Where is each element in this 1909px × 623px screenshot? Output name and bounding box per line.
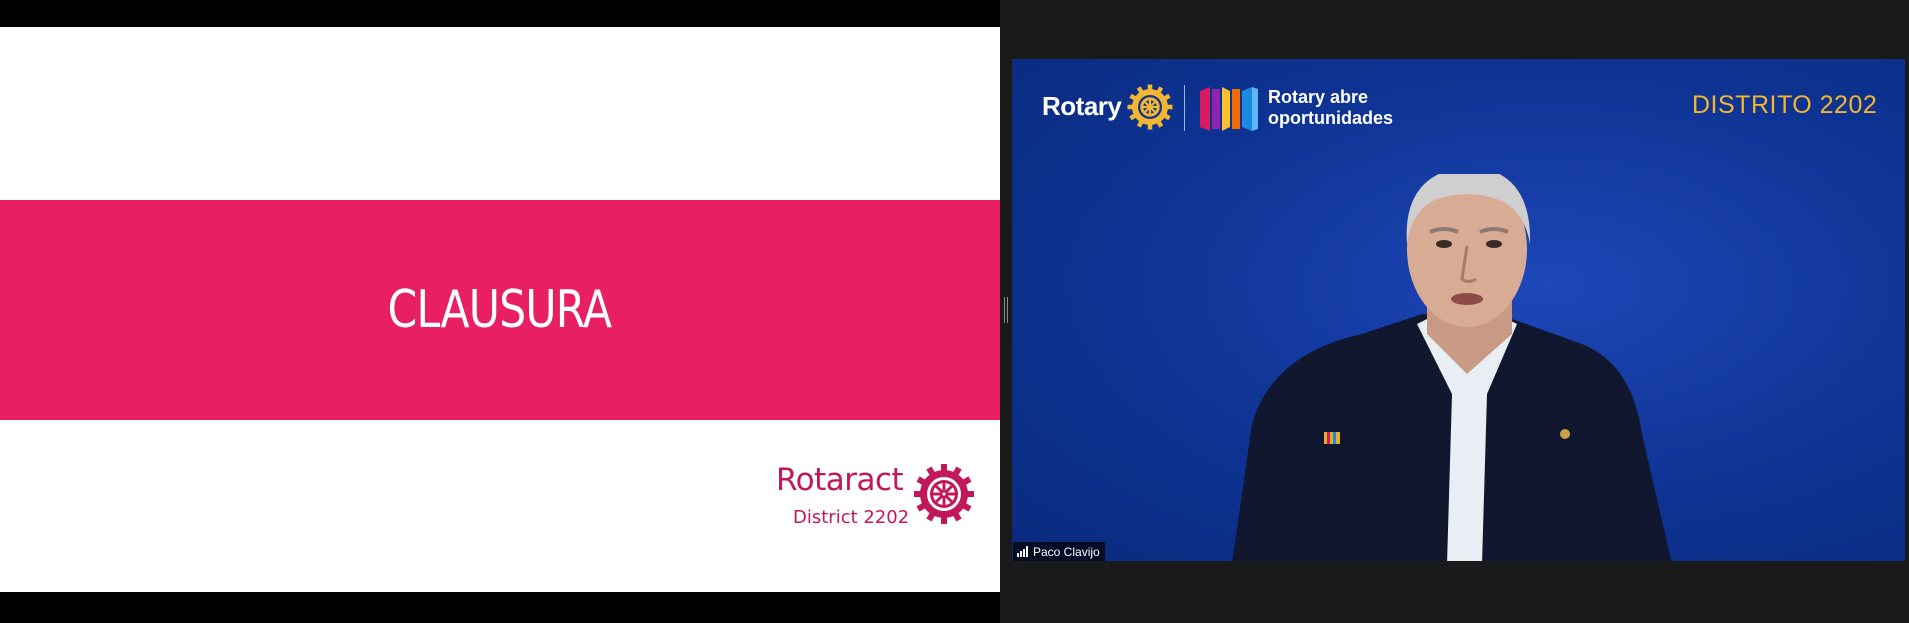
participant-name-tag: Paco Clavijo: [1013, 542, 1105, 561]
slide-title: CLAUSURA: [387, 280, 611, 340]
title-band: CLAUSURA: [0, 200, 1000, 420]
rotary-wheel-icon: [1127, 84, 1173, 130]
header-separator: [1184, 85, 1185, 131]
rotaract-logo-district: District 2202: [793, 507, 910, 528]
splitter-handle-icon[interactable]: [1004, 297, 1008, 323]
signal-strength-icon: [1017, 546, 1028, 557]
tagline-line-2: oportunidades: [1268, 108, 1393, 128]
rotaract-logo-word: Rotaract: [776, 462, 904, 498]
open-doors-icon: [1200, 87, 1258, 131]
participant-name: Paco Clavijo: [1033, 544, 1100, 559]
district-label: DISTRITO 2202: [1692, 91, 1878, 119]
rotaract-wheel-icon: [914, 464, 974, 524]
virtual-background-header: Rotary Rotary abre oportunidades DISTRIT…: [1042, 83, 1902, 143]
participant-video-tile[interactable]: Rotary Rotary abre oportunidades DISTRIT…: [1012, 59, 1905, 561]
tagline-line-1: Rotary abre: [1268, 87, 1369, 107]
rotaract-logo: Rotaract District 2202: [776, 462, 986, 547]
rotary-brand: Rotary: [1042, 91, 1122, 121]
presentation-slide: CLAUSURA Rotaract District 2202: [0, 27, 1000, 592]
shared-screen: CLAUSURA Rotaract District 2202: [0, 0, 1000, 623]
rotary-tagline: Rotary abre oportunidades: [1268, 87, 1393, 129]
participant-figure: [1232, 174, 1672, 561]
